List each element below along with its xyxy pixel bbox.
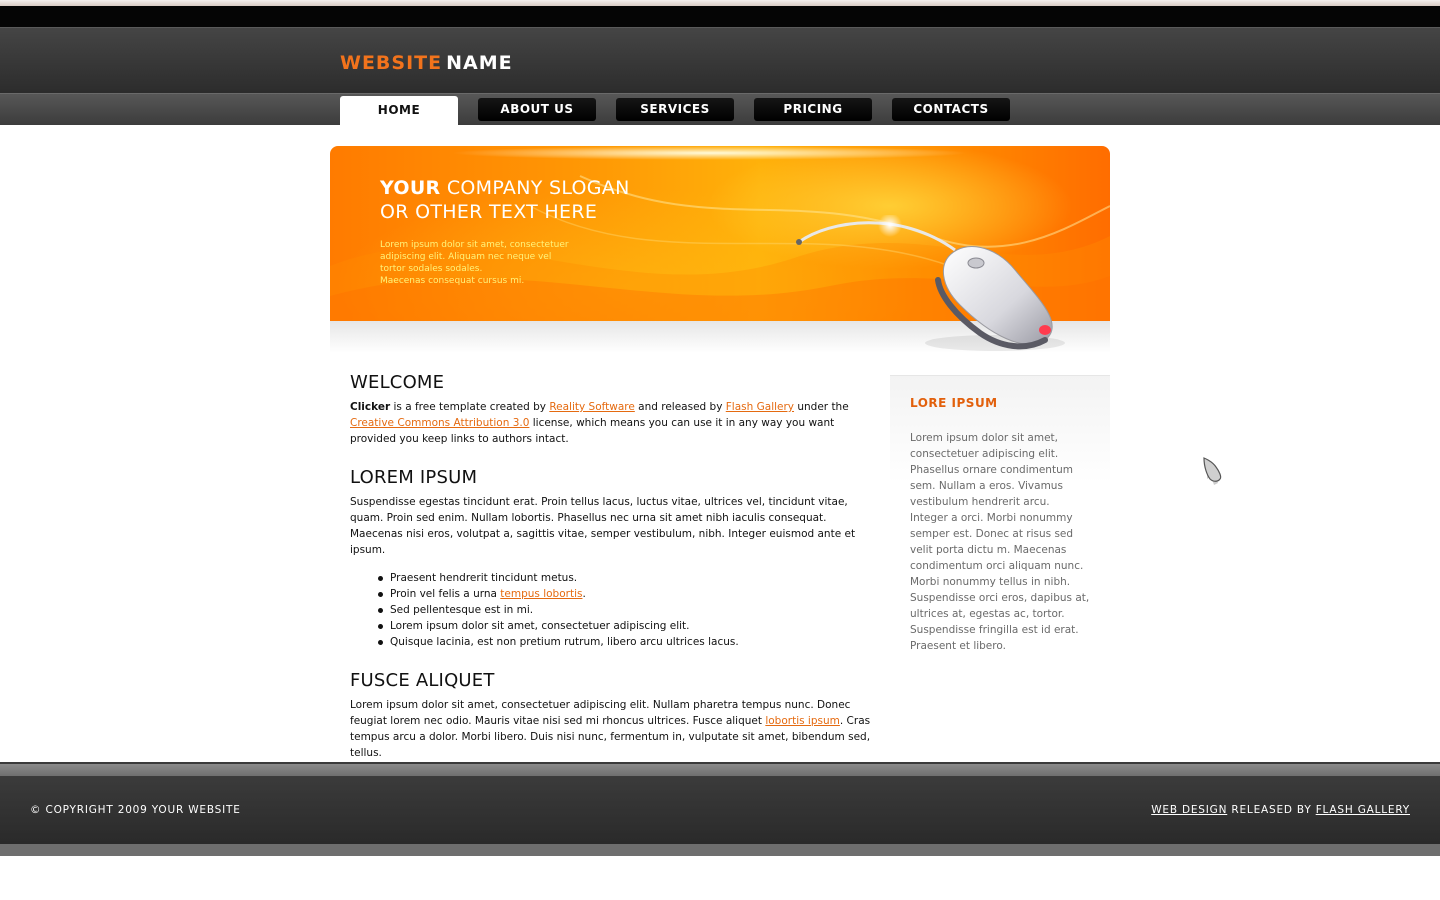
brand-name: Clicker [350,401,391,413]
slogan-rest: COMPANY SLOGAN [440,177,630,199]
footer-bottom-strip [0,844,1440,856]
main-content: WELCOME Clicker is a free template creat… [350,372,882,781]
list-item: Lorem ipsum dolor sit amet, consectetuer… [378,618,882,634]
tempus-lobortis-link[interactable]: tempus lobortis [500,588,582,600]
logo-part-1: WEBSITE [340,52,443,74]
banner-text-line: adipiscing elit. Aliquam nec neque vel [380,252,552,262]
lorem-text: Suspendisse egestas tincidunt erat. Proi… [350,496,856,556]
text-fragment: is a free template created by [390,401,550,413]
creative-commons-link[interactable]: Creative Commons Attribution 3.0 [350,417,529,429]
main-nav: HOME ABOUT US SERVICES PRICING CONTACTS [0,93,1440,126]
slogan-bold: YOUR [380,177,441,199]
text-fragment: and released by [634,401,726,413]
banner-description: Lorem ipsum dolor sit amet, consectetuer… [380,239,580,287]
text-fragment: under the [794,401,849,413]
lobortis-ipsum-link[interactable]: lobortis ipsum [765,715,840,727]
list-item: Sed pellentesque est in mi. [378,602,882,618]
sidebar-text: Lorem ipsum dolor sit amet, consectetuer… [910,432,1090,652]
footer-credits: WEB DESIGN RELEASED BY FLASH GALLERY [1151,804,1410,816]
nav-services[interactable]: SERVICES [616,98,734,121]
list-item: Praesent hendrerit tincidunt metus. [378,570,882,586]
sidebar-box: LORE IPSUM Lorem ipsum dolor sit amet, c… [890,375,1110,652]
site-logo[interactable]: WEBSITE NAME [340,52,513,74]
list-item: Quisque lacinia, est non pretium rutrum,… [378,634,882,650]
text-fragment: . [582,588,586,600]
copyright-text: © COPYRIGHT 2009 YOUR WEBSITE [30,804,241,816]
flash-gallery-link[interactable]: Flash Gallery [726,401,794,413]
nav-pricing[interactable]: PRICING [754,98,872,121]
top-bar [0,6,1440,27]
site-header: WEBSITE NAME [0,27,1440,93]
banner-text-line: tortor sodales sodales. [380,264,483,274]
list-item: Proin vel felis a urna tempus lobortis. [378,586,882,602]
footer-top-strip [0,762,1440,776]
company-slogan: YOUR COMPANY SLOGAN OR OTHER TEXT HERE [380,176,630,224]
mouse-pointer-icon [1203,457,1222,485]
banner-text-line: Maecenas consequat cursus mi. [380,276,525,286]
welcome-heading: WELCOME [350,372,445,393]
logo-part-2: NAME [446,52,513,74]
text-fragment: Proin vel felis a urna [390,588,501,600]
nav-about-us[interactable]: ABOUT US [478,98,596,121]
banner-text-line: Lorem ipsum dolor sit amet, consectetuer [380,240,569,250]
welcome-text: Clicker is a free template created by Re… [350,399,882,447]
sidebar-title: LORE IPSUM [910,396,998,410]
bullet-list: Praesent hendrerit tincidunt metus. Proi… [350,570,882,650]
fusce-text: Lorem ipsum dolor sit amet, consectetuer… [350,697,882,761]
nav-home[interactable]: HOME [340,96,458,126]
text-fragment: RELEASED BY [1227,804,1316,816]
nav-contacts[interactable]: CONTACTS [892,98,1010,121]
flash-gallery-footer-link[interactable]: FLASH GALLERY [1316,804,1410,816]
welcome-section: WELCOME Clicker is a free template creat… [350,372,882,447]
lorem-section: LOREM IPSUM Suspendisse egestas tincidun… [350,467,882,650]
web-design-link[interactable]: WEB DESIGN [1151,804,1227,816]
reality-software-link[interactable]: Reality Software [549,401,635,413]
fusce-section: FUSCE ALIQUET Lorem ipsum dolor sit amet… [350,670,882,761]
fusce-heading: FUSCE ALIQUET [350,670,495,691]
computer-mouse-icon [790,213,1070,355]
slogan-line-2: OR OTHER TEXT HERE [380,201,598,223]
site-footer: © COPYRIGHT 2009 YOUR WEBSITE WEB DESIGN… [0,776,1440,844]
lorem-heading: LOREM IPSUM [350,467,478,488]
banner-glow [450,146,970,160]
